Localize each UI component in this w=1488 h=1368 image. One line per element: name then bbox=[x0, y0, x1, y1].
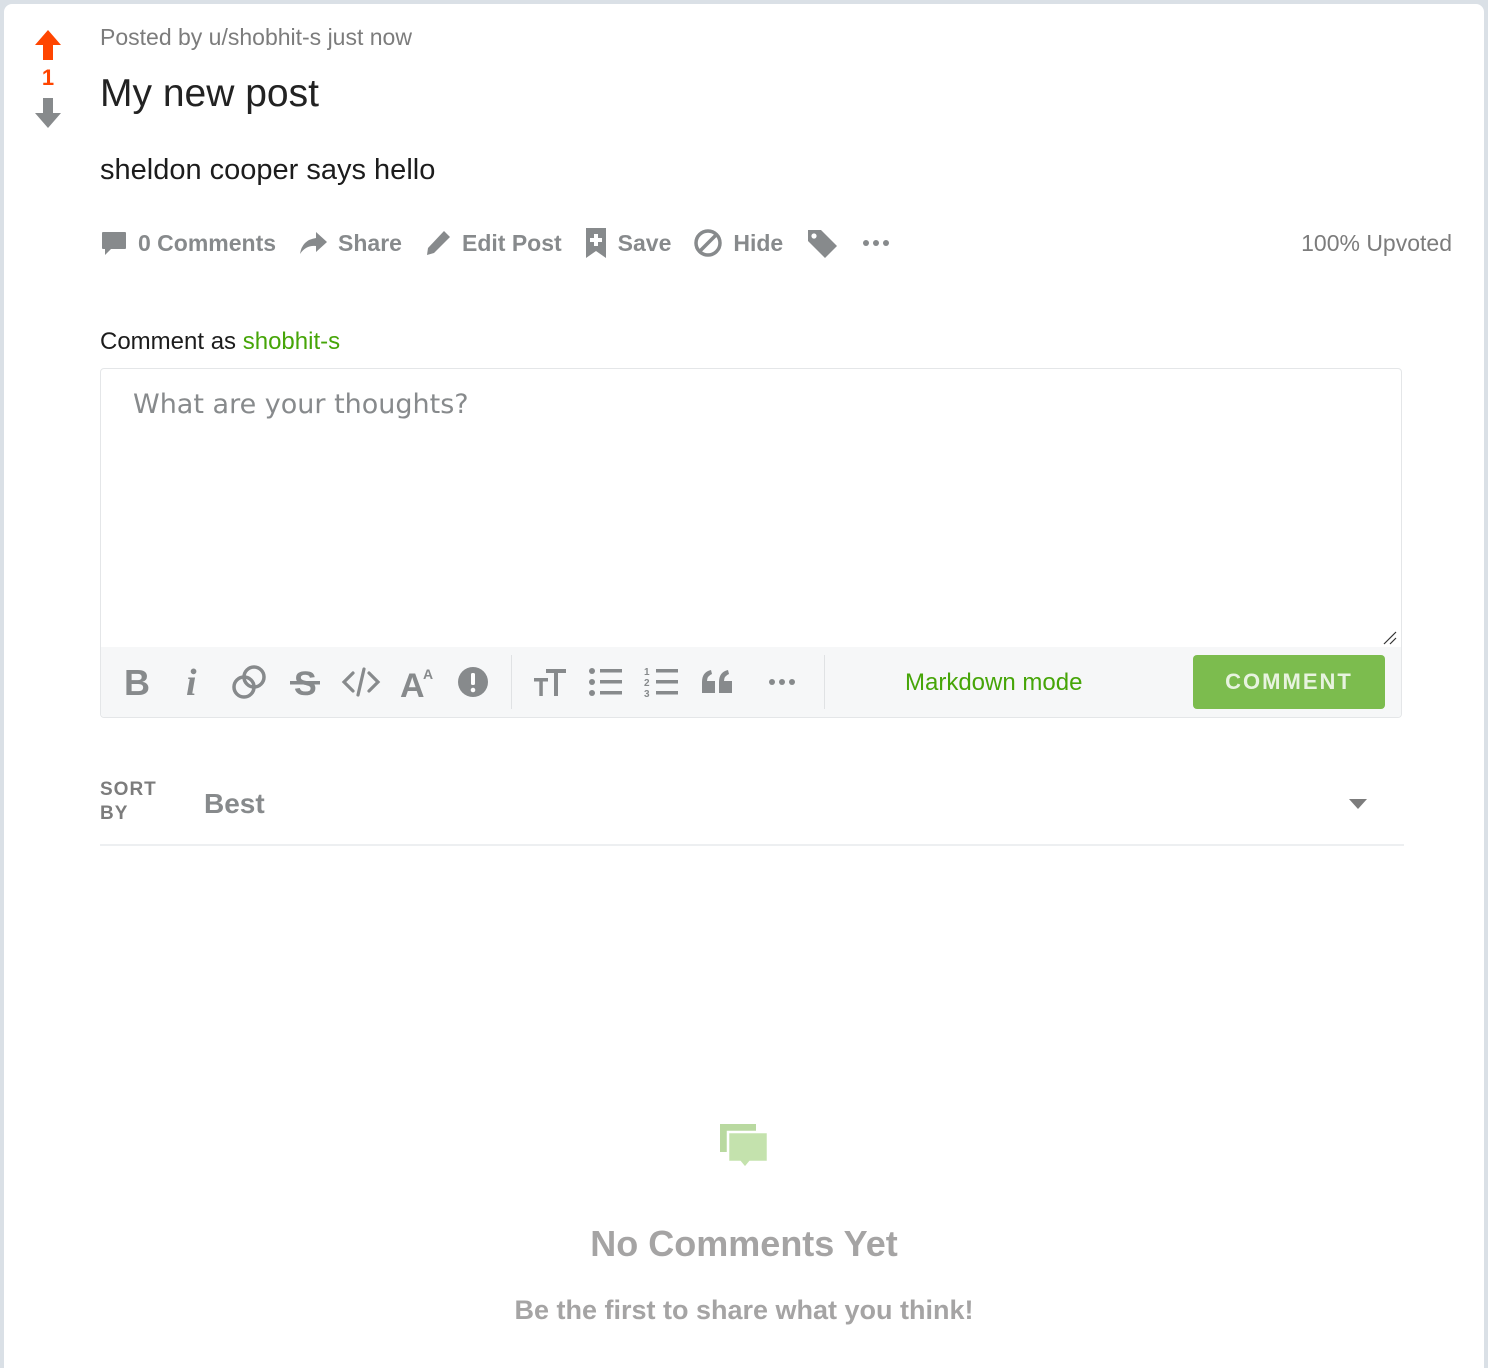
bulleted-list-button[interactable] bbox=[578, 654, 634, 710]
share-arrow-icon bbox=[300, 232, 328, 254]
comment-submit-button[interactable]: COMMENT bbox=[1193, 655, 1385, 709]
italic-icon: i bbox=[186, 665, 197, 699]
post-meta[interactable]: Posted by u/shobhit-s just now bbox=[100, 24, 412, 51]
more-formatting-button[interactable] bbox=[754, 654, 810, 710]
more-options-button[interactable] bbox=[861, 238, 891, 248]
toolbar-divider bbox=[511, 655, 512, 709]
svg-text:1: 1 bbox=[644, 667, 650, 678]
svg-text:A: A bbox=[423, 666, 433, 682]
bold-icon: B bbox=[124, 665, 150, 699]
numbered-list-icon: 1 2 3 bbox=[644, 667, 678, 699]
svg-text:A: A bbox=[400, 667, 425, 699]
strikethrough-icon: S bbox=[290, 665, 320, 699]
comments-label: 0 Comments bbox=[138, 229, 277, 256]
downvote-arrow-icon[interactable] bbox=[33, 96, 63, 130]
post-card: 1 Posted by u/shobhit-s just now My new … bbox=[4, 4, 1484, 1368]
code-button[interactable] bbox=[333, 654, 389, 710]
comment-username-link[interactable]: shobhit-s bbox=[243, 328, 340, 355]
strikethrough-button[interactable]: S bbox=[277, 654, 333, 710]
share-button[interactable]: Share bbox=[298, 230, 402, 257]
tag-icon bbox=[808, 230, 838, 258]
italic-button[interactable]: i bbox=[165, 654, 221, 710]
vote-score: 1 bbox=[41, 65, 55, 90]
post-actions: 0 Comments Share Edit Post Save Hide bbox=[100, 220, 913, 266]
sort-label-line1: SORT bbox=[100, 779, 157, 800]
sort-dropdown[interactable]: Best bbox=[204, 770, 1372, 840]
markdown-mode-toggle[interactable]: Markdown mode bbox=[905, 669, 1082, 697]
spoiler-button[interactable] bbox=[445, 654, 501, 710]
comment-textarea[interactable] bbox=[101, 369, 1401, 645]
sort-bar: SORT BY Best bbox=[100, 770, 1404, 846]
edit-post-label: Edit Post bbox=[461, 229, 562, 256]
superscript-button[interactable]: A A bbox=[389, 654, 445, 710]
code-icon bbox=[341, 667, 381, 697]
bookmark-plus-icon bbox=[585, 228, 606, 258]
link-icon bbox=[232, 665, 266, 699]
post-title: My new post bbox=[100, 72, 319, 115]
bulleted-list-icon bbox=[589, 668, 622, 696]
comment-bubble-icon bbox=[102, 232, 126, 255]
save-button[interactable]: Save bbox=[584, 227, 672, 259]
more-icon bbox=[769, 679, 795, 685]
caret-down-icon bbox=[1349, 799, 1367, 809]
empty-comments-state: No Comments Yet Be the first to share wh… bbox=[4, 1122, 1484, 1326]
superscript-icon: A A bbox=[400, 666, 433, 699]
link-button[interactable] bbox=[221, 654, 277, 710]
comment-as-label: Comment as shobhit-s bbox=[100, 328, 340, 356]
comment-editor: B i S bbox=[100, 368, 1402, 718]
edit-post-button[interactable]: Edit Post bbox=[424, 229, 562, 257]
upvote-ratio: 100% Upvoted bbox=[1301, 230, 1452, 256]
toolbar-divider bbox=[824, 655, 825, 709]
post-body: sheldon cooper says hello bbox=[100, 154, 436, 186]
svg-text:2: 2 bbox=[644, 678, 650, 689]
empty-heading: No Comments Yet bbox=[590, 1223, 898, 1264]
formatting-toolbar: B i S A A 1 2 3 Markdown mode COMMENT bbox=[101, 647, 1401, 717]
numbered-list-button[interactable]: 1 2 3 bbox=[634, 654, 690, 710]
pencil-icon bbox=[426, 231, 450, 255]
comments-button[interactable]: 0 Comments bbox=[100, 229, 276, 257]
share-label: Share bbox=[338, 229, 402, 256]
chat-bubbles-icon bbox=[720, 1124, 770, 1170]
sort-by-label: SORT BY bbox=[100, 778, 157, 826]
hide-circle-slash-icon bbox=[694, 229, 723, 257]
upvote-arrow-icon[interactable] bbox=[33, 28, 63, 62]
save-label: Save bbox=[617, 229, 672, 256]
svg-text:i: i bbox=[186, 665, 197, 699]
heading-icon bbox=[534, 669, 566, 696]
sort-value: Best bbox=[204, 788, 265, 819]
tag-button[interactable] bbox=[805, 227, 839, 259]
bold-button[interactable]: B bbox=[109, 654, 165, 710]
quote-button[interactable] bbox=[690, 654, 746, 710]
resize-grip-icon[interactable] bbox=[1383, 631, 1397, 645]
more-dots-icon bbox=[863, 240, 890, 246]
vote-column: 1 bbox=[26, 28, 70, 130]
svg-text:3: 3 bbox=[644, 689, 650, 699]
spoiler-icon bbox=[458, 667, 488, 697]
svg-text:B: B bbox=[124, 665, 150, 699]
sort-label-line2: BY bbox=[100, 803, 129, 824]
comment-as-prefix: Comment as bbox=[100, 328, 237, 355]
heading-button[interactable] bbox=[522, 654, 578, 710]
hide-button[interactable]: Hide bbox=[693, 228, 783, 258]
quote-icon bbox=[702, 670, 732, 693]
hide-label: Hide bbox=[733, 229, 784, 256]
empty-subtext: Be the first to share what you think! bbox=[514, 1295, 974, 1325]
